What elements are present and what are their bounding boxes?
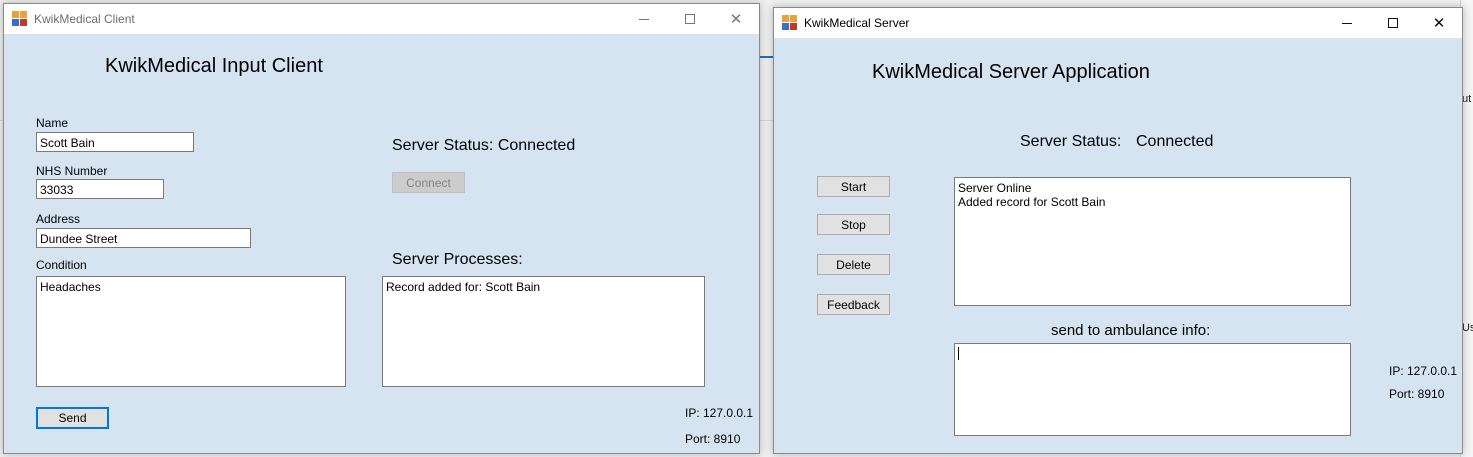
nhs-number-label: NHS Number <box>36 164 108 178</box>
log-line: Server Online <box>958 181 1032 195</box>
windows-form-icon <box>782 15 798 31</box>
background-text-fragment: Us <box>1462 322 1473 334</box>
client-window-title: KwikMedical Client <box>34 12 135 26</box>
send-button[interactable]: Send <box>36 407 109 429</box>
client-titlebar[interactable]: KwikMedical Client ✕ <box>4 4 759 34</box>
server-port-text: Port: 8910 <box>1389 387 1445 401</box>
client-server-status: Server Status: Connected <box>392 137 576 154</box>
condition-field[interactable]: Headaches <box>36 276 346 387</box>
server-ip-text: IP: 127.0.0.1 <box>1389 364 1458 378</box>
close-icon[interactable]: ✕ <box>1416 8 1462 38</box>
close-icon[interactable]: ✕ <box>713 4 759 34</box>
ambulance-info-field[interactable] <box>954 343 1351 436</box>
server-log-box[interactable]: Server Online Added record for Scott Bai… <box>954 177 1351 306</box>
server-status-label: Server Status: <box>1020 133 1122 150</box>
log-line: Added record for Scott Bain <box>958 195 1106 209</box>
ambulance-info-label: send to ambulance info: <box>1051 322 1211 339</box>
server-window: KwikMedical Server ✕ KwikMedical Server … <box>773 7 1463 454</box>
background-text-fragment: ut <box>1462 93 1472 105</box>
server-processes-label: Server Processes: <box>392 251 523 268</box>
minimize-icon[interactable] <box>1324 8 1370 38</box>
maximize-icon[interactable] <box>667 4 713 34</box>
name-label: Name <box>36 116 69 130</box>
address-field[interactable]: Dundee Street <box>36 228 251 248</box>
minimize-icon[interactable] <box>621 4 667 34</box>
server-processes-box[interactable]: Record added for: Scott Bain <box>382 276 705 387</box>
start-button[interactable]: Start <box>817 176 890 197</box>
address-label: Address <box>36 212 81 226</box>
server-heading: KwikMedical Server Application <box>872 61 1150 83</box>
server-window-title: KwikMedical Server <box>804 16 910 30</box>
server-titlebar[interactable]: KwikMedical Server ✕ <box>774 8 1462 38</box>
text-caret <box>958 347 959 360</box>
client-port-text: Port: 8910 <box>685 432 741 446</box>
server-status-value: Connected <box>1136 133 1214 150</box>
stop-button[interactable]: Stop <box>817 214 890 235</box>
client-heading: KwikMedical Input Client <box>105 55 323 77</box>
name-field[interactable]: Scott Bain <box>36 132 194 152</box>
feedback-button[interactable]: Feedback <box>817 294 890 315</box>
maximize-icon[interactable] <box>1370 8 1416 38</box>
client-window: KwikMedical Client ✕ KwikMedical Input C… <box>3 3 760 454</box>
delete-button[interactable]: Delete <box>817 254 890 275</box>
nhs-number-field[interactable]: 33033 <box>36 179 164 199</box>
windows-form-icon <box>12 11 28 27</box>
connect-button[interactable]: Connect <box>392 172 465 193</box>
condition-label: Condition <box>36 258 87 272</box>
client-ip-text: IP: 127.0.0.1 <box>685 406 754 420</box>
